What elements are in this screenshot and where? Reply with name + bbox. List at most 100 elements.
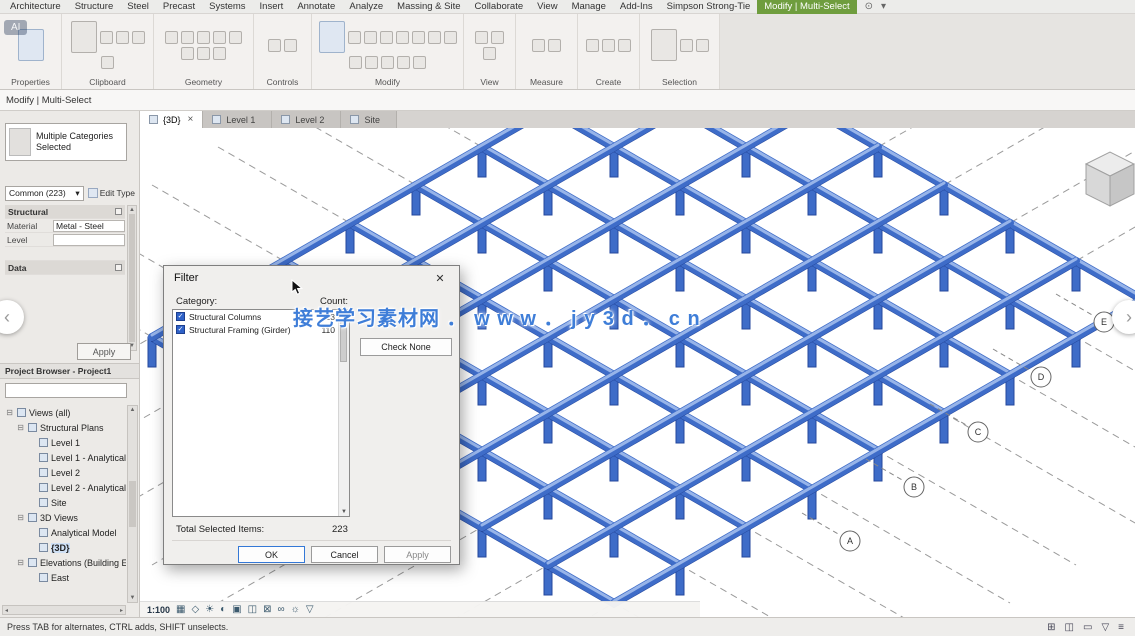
grid-bubble[interactable]: C: [968, 422, 988, 442]
browser-search-input[interactable]: [5, 383, 127, 398]
ribbon-tab[interactable]: Add-Ins: [613, 0, 660, 14]
tool-icon[interactable]: [213, 47, 226, 60]
tool-icon[interactable]: [532, 39, 545, 52]
tool-icon[interactable]: [381, 56, 394, 69]
tool-icon[interactable]: [428, 31, 441, 44]
browser-tree-item[interactable]: ⊟ 3D Views: [2, 510, 126, 525]
tool-icon[interactable]: [475, 31, 488, 44]
tool-icon[interactable]: [197, 47, 210, 60]
tool-icon[interactable]: [349, 56, 362, 69]
tool-icon[interactable]: [229, 31, 242, 44]
view-tab[interactable]: Site: [341, 111, 397, 128]
property-group-data[interactable]: Data: [5, 261, 125, 275]
tool-icon[interactable]: [165, 31, 178, 44]
close-icon[interactable]: ✕: [431, 272, 449, 285]
exclude-options-icon[interactable]: ▭: [1083, 622, 1092, 633]
ribbon-tab[interactable]: Systems: [202, 0, 252, 14]
sun-path-icon[interactable]: ☀: [205, 603, 214, 617]
tool-icon[interactable]: [348, 31, 361, 44]
group-collapse-icon[interactable]: [115, 208, 122, 215]
visual-style-icon[interactable]: ◇: [191, 603, 199, 617]
ribbon-tab[interactable]: Insert: [253, 0, 291, 14]
properties-filter-dropdown[interactable]: Common (223) ▾: [5, 186, 84, 201]
ribbon-tab[interactable]: View: [530, 0, 564, 14]
property-row-material[interactable]: Material Metal - Steel: [5, 219, 125, 233]
tool-icon[interactable]: [365, 56, 378, 69]
project-browser-title[interactable]: Project Browser - Project1: [0, 363, 139, 379]
apply-properties-button[interactable]: Apply: [77, 343, 131, 360]
save-selection-icon[interactable]: [651, 29, 677, 61]
ribbon-tab[interactable]: Steel: [120, 0, 156, 14]
shadows-icon[interactable]: ◐: [220, 603, 226, 617]
lock-view-icon[interactable]: ⊠: [263, 603, 271, 617]
select-filter-icon[interactable]: ▽: [1101, 622, 1109, 633]
close-view-icon[interactable]: ×: [188, 114, 194, 125]
view-tab[interactable]: Level 2: [272, 111, 341, 128]
expand-icon[interactable]: ⊟: [16, 558, 25, 567]
group-collapse-icon[interactable]: [115, 264, 122, 271]
tool-icon[interactable]: [213, 31, 226, 44]
tool-icon[interactable]: [396, 31, 409, 44]
tool-icon[interactable]: [116, 31, 129, 44]
reveal-hidden-icon[interactable]: ☼: [291, 603, 300, 617]
ribbon-tab[interactable]: Massing & Site: [390, 0, 467, 14]
level-value-field[interactable]: [53, 234, 125, 246]
browser-tree-item[interactable]: Analytical Model: [2, 525, 126, 540]
cancel-button[interactable]: Cancel: [311, 546, 378, 563]
worksets-icon[interactable]: ⊞: [1047, 622, 1055, 633]
modify-tool-icon[interactable]: [319, 21, 345, 53]
tool-icon[interactable]: [364, 31, 377, 44]
ribbon-tab[interactable]: Architecture: [3, 0, 68, 14]
browser-tree-item[interactable]: East: [2, 570, 126, 585]
tool-icon[interactable]: [586, 39, 599, 52]
expand-icon[interactable]: ⊟: [5, 408, 14, 417]
browser-tree-item[interactable]: ⊟ Elevations (Building Elevation): [2, 555, 126, 570]
filter-category-list[interactable]: Structural Columns 113 Structural Framin…: [172, 309, 350, 517]
browser-tree-item[interactable]: Level 2: [2, 465, 126, 480]
tool-icon[interactable]: [397, 56, 410, 69]
grid-bubble[interactable]: A: [840, 531, 860, 551]
tool-icon[interactable]: [491, 31, 504, 44]
browser-horizontal-scrollbar[interactable]: ◂▸: [2, 605, 126, 615]
tool-icon[interactable]: [181, 47, 194, 60]
ribbon-tab[interactable]: Collaborate: [468, 0, 531, 14]
ribbon-tab[interactable]: Manage: [565, 0, 613, 14]
view-cube[interactable]: [1086, 152, 1134, 206]
category-checkbox[interactable]: [176, 312, 185, 321]
view-tab[interactable]: {3D} ×: [140, 111, 203, 128]
tool-icon[interactable]: [696, 39, 709, 52]
browser-tree-item[interactable]: ⊟ Views (all): [2, 405, 126, 420]
detail-level-icon[interactable]: ▦: [176, 603, 185, 617]
view-scale-button[interactable]: 1:100: [147, 605, 170, 615]
ribbon-tab[interactable]: Structure: [68, 0, 121, 14]
grid-bubble[interactable]: D: [1031, 367, 1051, 387]
ribbon-tab[interactable]: Annotate: [290, 0, 342, 14]
browser-tree-item[interactable]: Level 2 - Analytical: [2, 480, 126, 495]
category-checkbox[interactable]: [176, 325, 185, 334]
tool-icon[interactable]: [101, 56, 114, 69]
material-value-field[interactable]: Metal - Steel: [53, 220, 125, 232]
tool-icon[interactable]: [284, 39, 297, 52]
tool-icon[interactable]: [132, 31, 145, 44]
ok-button[interactable]: OK: [238, 546, 305, 563]
type-selector[interactable]: Multiple Categories Selected: [5, 123, 127, 161]
tool-icon[interactable]: [444, 31, 457, 44]
help-icon[interactable]: ⊙: [865, 1, 873, 12]
grid-bubble[interactable]: E: [1094, 312, 1114, 332]
tool-icon[interactable]: [548, 39, 561, 52]
tool-icon[interactable]: [413, 56, 426, 69]
design-options-icon[interactable]: ◫: [1065, 622, 1074, 633]
grid-bubble[interactable]: B: [904, 477, 924, 497]
browser-tree-item[interactable]: Level 1: [2, 435, 126, 450]
menu-icon[interactable]: ≡: [1118, 622, 1124, 633]
ribbon-expand-icon[interactable]: ▾: [881, 1, 886, 12]
ribbon-tab[interactable]: Modify | Multi-Select: [757, 0, 856, 14]
expand-icon[interactable]: ⊟: [16, 423, 25, 432]
browser-tree-item[interactable]: Site: [2, 495, 126, 510]
expand-icon[interactable]: ⊟: [16, 513, 25, 522]
browser-tree-item[interactable]: ⊟ Structural Plans: [2, 420, 126, 435]
browser-tree-item[interactable]: {3D}: [2, 540, 126, 555]
tool-icon[interactable]: [100, 31, 113, 44]
browser-vertical-scrollbar[interactable]: ▲▼: [127, 405, 138, 603]
tool-icon[interactable]: [197, 31, 210, 44]
